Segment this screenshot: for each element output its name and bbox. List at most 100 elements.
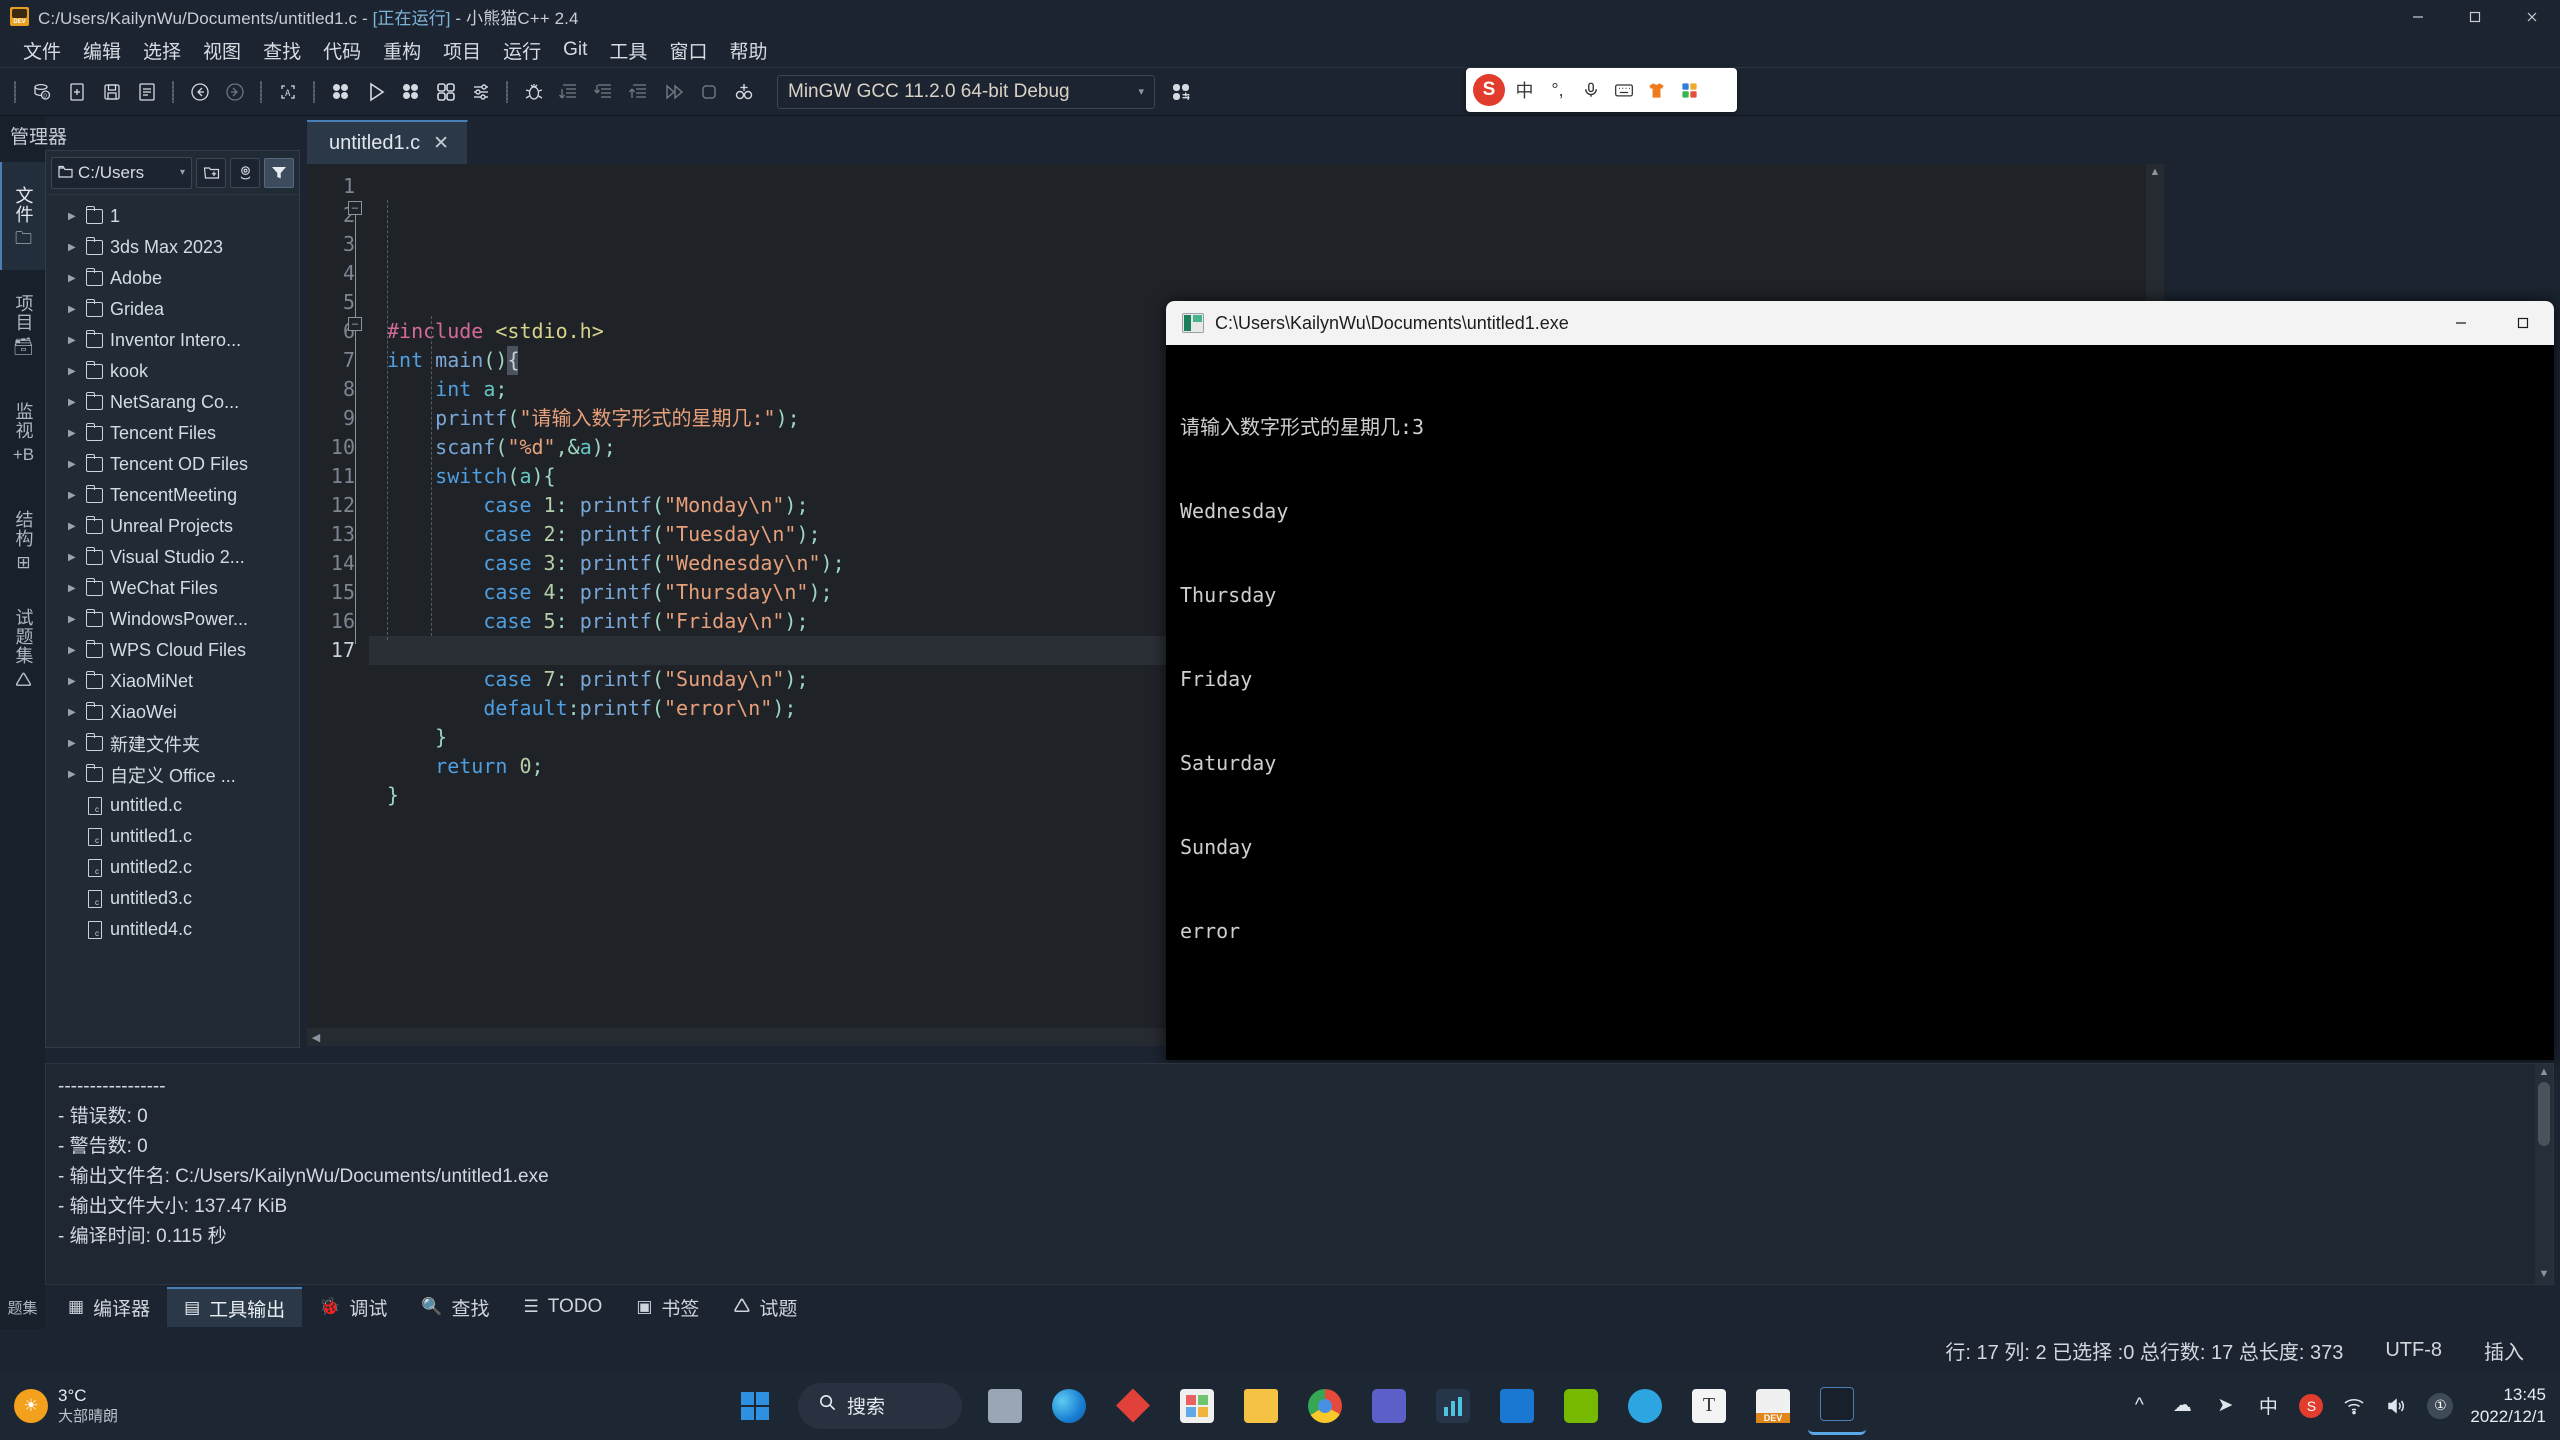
app-typora[interactable]: T xyxy=(1680,1377,1738,1435)
chevron-right-icon[interactable]: ▶ xyxy=(68,738,79,749)
fold-toggle-line6[interactable]: − xyxy=(348,317,362,331)
menu-view[interactable]: 视图 xyxy=(192,33,252,68)
step-into-icon[interactable] xyxy=(587,75,620,108)
continue-icon[interactable] xyxy=(657,75,690,108)
tab-debug[interactable]: 🐞 调试 xyxy=(302,1287,404,1327)
app-teams[interactable] xyxy=(1360,1377,1418,1435)
tree-row[interactable]: ▶ 1 xyxy=(46,201,299,232)
chevron-right-icon[interactable]: ▶ xyxy=(68,211,79,222)
sidebar-item-problemset[interactable]: 试题集 🛆 xyxy=(0,594,45,702)
tab-untitled1-c[interactable]: untitled1.c ✕ xyxy=(307,120,469,164)
tree-row[interactable]: ▶ Visual Studio 2... xyxy=(46,542,299,573)
close-button[interactable] xyxy=(2503,0,2560,33)
app-active-devcpp[interactable] xyxy=(1808,1377,1866,1435)
tree-row[interactable]: ▶untitled4.c xyxy=(46,914,299,945)
tree-row[interactable]: ▶ Gridea xyxy=(46,294,299,325)
maximize-button[interactable] xyxy=(2446,0,2503,33)
add-watch-icon[interactable] xyxy=(727,75,760,108)
sidebar-item-watch[interactable]: 监视 +B xyxy=(0,378,45,486)
tree-row[interactable]: ▶untitled1.c xyxy=(46,821,299,852)
app-file-explorer[interactable] xyxy=(1232,1377,1290,1435)
chevron-right-icon[interactable]: ▶ xyxy=(68,769,79,780)
sidebar-item-project[interactable]: 项目 🗃 xyxy=(0,270,45,378)
scroll-up-icon[interactable]: ▲ xyxy=(2146,164,2164,180)
tab-todo[interactable]: ☰ TODO xyxy=(507,1287,620,1327)
tree-row[interactable]: ▶ XiaoMiNet xyxy=(46,666,299,697)
insert-mode-status[interactable]: 插入 xyxy=(2484,1336,2524,1365)
save-all-icon[interactable] xyxy=(130,75,163,108)
tree-row[interactable]: ▶ Adobe xyxy=(46,263,299,294)
compile-run-icon[interactable] xyxy=(394,75,427,108)
output-vertical-scrollbar[interactable]: ▲ ▼ xyxy=(2535,1064,2553,1284)
step-out-icon[interactable] xyxy=(622,75,655,108)
tree-row[interactable]: ▶ WindowsPower... xyxy=(46,604,299,635)
menu-project[interactable]: 项目 xyxy=(432,33,492,68)
tab-bookmarks[interactable]: ▣ 书签 xyxy=(619,1287,716,1327)
menu-tools[interactable]: 工具 xyxy=(598,33,658,68)
chevron-right-icon[interactable]: ▶ xyxy=(68,335,79,346)
tab-compiler[interactable]: ▦ 编译器 xyxy=(51,1287,167,1327)
chevron-right-icon[interactable]: ▶ xyxy=(68,397,79,408)
step-over-icon[interactable] xyxy=(552,75,585,108)
scroll-left-icon[interactable]: ◀ xyxy=(309,1031,323,1044)
console-maximize-button[interactable] xyxy=(2492,301,2554,345)
menu-run[interactable]: 运行 xyxy=(492,33,552,68)
new-file-icon[interactable] xyxy=(60,75,93,108)
tree-row[interactable]: ▶ Tencent Files xyxy=(46,418,299,449)
menu-code[interactable]: 代码 xyxy=(312,33,372,68)
save-icon[interactable] xyxy=(95,75,128,108)
minimize-button[interactable] xyxy=(2389,0,2446,33)
tree-row[interactable]: ▶ XiaoWei xyxy=(46,697,299,728)
ime-punctuation-icon[interactable]: °, xyxy=(1541,74,1574,107)
tree-row[interactable]: ▶untitled.c xyxy=(46,790,299,821)
tray-send-icon[interactable]: ➤ xyxy=(2212,1393,2238,1419)
tray-ime-icon[interactable]: 中 xyxy=(2255,1393,2281,1419)
tree-row[interactable]: ▶ WeChat Files xyxy=(46,573,299,604)
undo-icon[interactable] xyxy=(183,75,216,108)
menu-git[interactable]: Git xyxy=(552,35,598,65)
options-icon[interactable] xyxy=(464,75,497,108)
tray-wifi-icon[interactable] xyxy=(2341,1393,2367,1419)
compile-icon[interactable] xyxy=(324,75,357,108)
tray-expand-icon[interactable]: ^ xyxy=(2126,1393,2152,1419)
app-devcpp[interactable]: DEV xyxy=(1744,1377,1802,1435)
tray-cloud-icon[interactable]: ☁ xyxy=(2169,1393,2195,1419)
menu-window[interactable]: 窗口 xyxy=(658,33,718,68)
encoding-status[interactable]: UTF-8 xyxy=(2385,1339,2442,1362)
app-store[interactable] xyxy=(1168,1377,1226,1435)
tree-row[interactable]: ▶ Tencent OD Files xyxy=(46,449,299,480)
taskbar-search[interactable]: 搜索 xyxy=(798,1382,962,1429)
weather-widget[interactable]: ☀ 3°C 大部晴朗 xyxy=(0,1385,290,1427)
app-mail[interactable] xyxy=(1488,1377,1546,1435)
debug-icon[interactable] xyxy=(517,75,550,108)
scroll-down-icon[interactable]: ▼ xyxy=(2535,1266,2553,1282)
chevron-right-icon[interactable]: ▶ xyxy=(68,242,79,253)
start-button[interactable] xyxy=(726,1377,784,1435)
ime-toolbox-icon[interactable] xyxy=(1673,74,1706,107)
select-all-icon[interactable]: A xyxy=(271,75,304,108)
sogou-logo-icon[interactable]: S xyxy=(1473,74,1505,106)
chevron-right-icon[interactable]: ▶ xyxy=(68,676,79,687)
tree-row[interactable]: ▶untitled3.c xyxy=(46,883,299,914)
app-wps[interactable] xyxy=(1104,1377,1162,1435)
chevron-right-icon[interactable]: ▶ xyxy=(68,645,79,656)
chevron-right-icon[interactable]: ▶ xyxy=(68,428,79,439)
stop-icon[interactable] xyxy=(692,75,725,108)
task-view-button[interactable] xyxy=(976,1377,1034,1435)
open-project-icon[interactable]: D xyxy=(25,75,58,108)
menu-search[interactable]: 查找 xyxy=(252,33,312,68)
tree-row[interactable]: ▶ 自定义 Office ... xyxy=(46,759,299,790)
chevron-right-icon[interactable]: ▶ xyxy=(68,552,79,563)
menu-edit[interactable]: 编辑 xyxy=(72,33,132,68)
redo-icon[interactable] xyxy=(218,75,251,108)
file-tree[interactable]: ▶ 1 ▶ 3ds Max 2023 ▶ Adobe ▶ Gridea ▶ Inventor In… xyxy=(46,195,299,1047)
tree-row[interactable]: ▶ Unreal Projects xyxy=(46,511,299,542)
tree-row[interactable]: ▶ 新建文件夹 xyxy=(46,728,299,759)
menu-help[interactable]: 帮助 xyxy=(718,33,778,68)
tree-row[interactable]: ▶ NetSarang Co... xyxy=(46,387,299,418)
tree-row[interactable]: ▶untitled2.c xyxy=(46,852,299,883)
tray-volume-icon[interactable] xyxy=(2384,1393,2410,1419)
rebuild-icon[interactable] xyxy=(429,75,462,108)
new-folder-button[interactable] xyxy=(196,157,226,188)
app-telegram[interactable] xyxy=(1616,1377,1674,1435)
